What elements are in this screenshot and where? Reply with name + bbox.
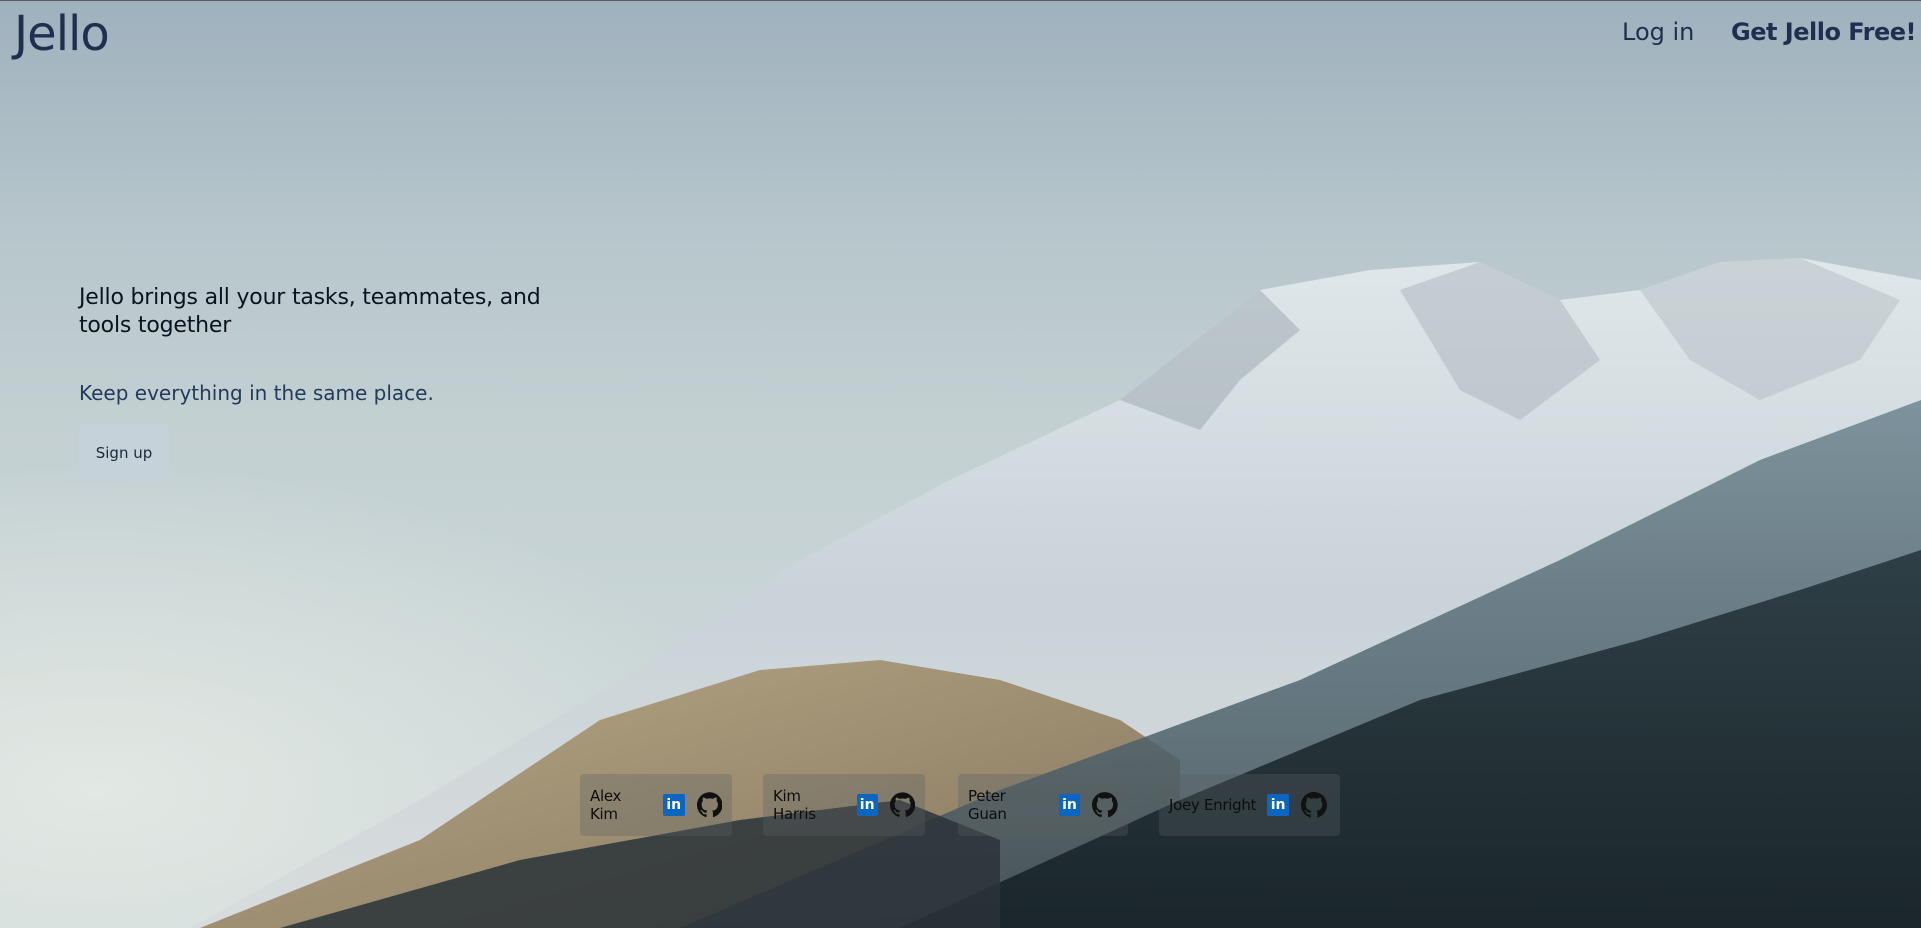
linkedin-icon[interactable]: in [662,794,685,816]
linkedin-icon[interactable]: in [856,794,878,816]
hero-title: Jello brings all your tasks, teammates, … [79,285,541,338]
hero-subtitle: Keep everything in the same place. [79,381,434,405]
jello-logo[interactable]: Jello [14,6,110,62]
github-icon[interactable] [889,792,915,818]
github-icon[interactable] [1092,792,1118,818]
top-navbar: Jello Log in Get Jello Free! [0,0,1921,72]
team-card-joey-enright: Joey Enright in [1159,774,1340,836]
hero-section: Jello brings all your tasks, teammates, … [79,284,599,405]
team-card-alex-kim: Alex Kim in [580,774,732,836]
login-link[interactable]: Log in [1622,18,1694,46]
team-member-name: Peter Guan [968,787,1007,823]
linkedin-icon[interactable]: in [1267,794,1290,816]
linkedin-icon[interactable]: in [1058,794,1081,816]
github-icon[interactable] [696,792,722,818]
team-member-name: Joey Enright [1169,796,1257,814]
team-member-name: Kim Harris [773,787,816,823]
team-card-kim-harris: Kim Harris in [763,774,925,836]
signup-button[interactable]: Sign up [79,424,169,482]
team-card-peter-guan: Peter Guan in [958,774,1128,836]
team-member-name: Alex Kim [590,787,622,823]
get-jello-free-link[interactable]: Get Jello Free! [1731,18,1917,46]
github-icon[interactable] [1301,792,1328,818]
